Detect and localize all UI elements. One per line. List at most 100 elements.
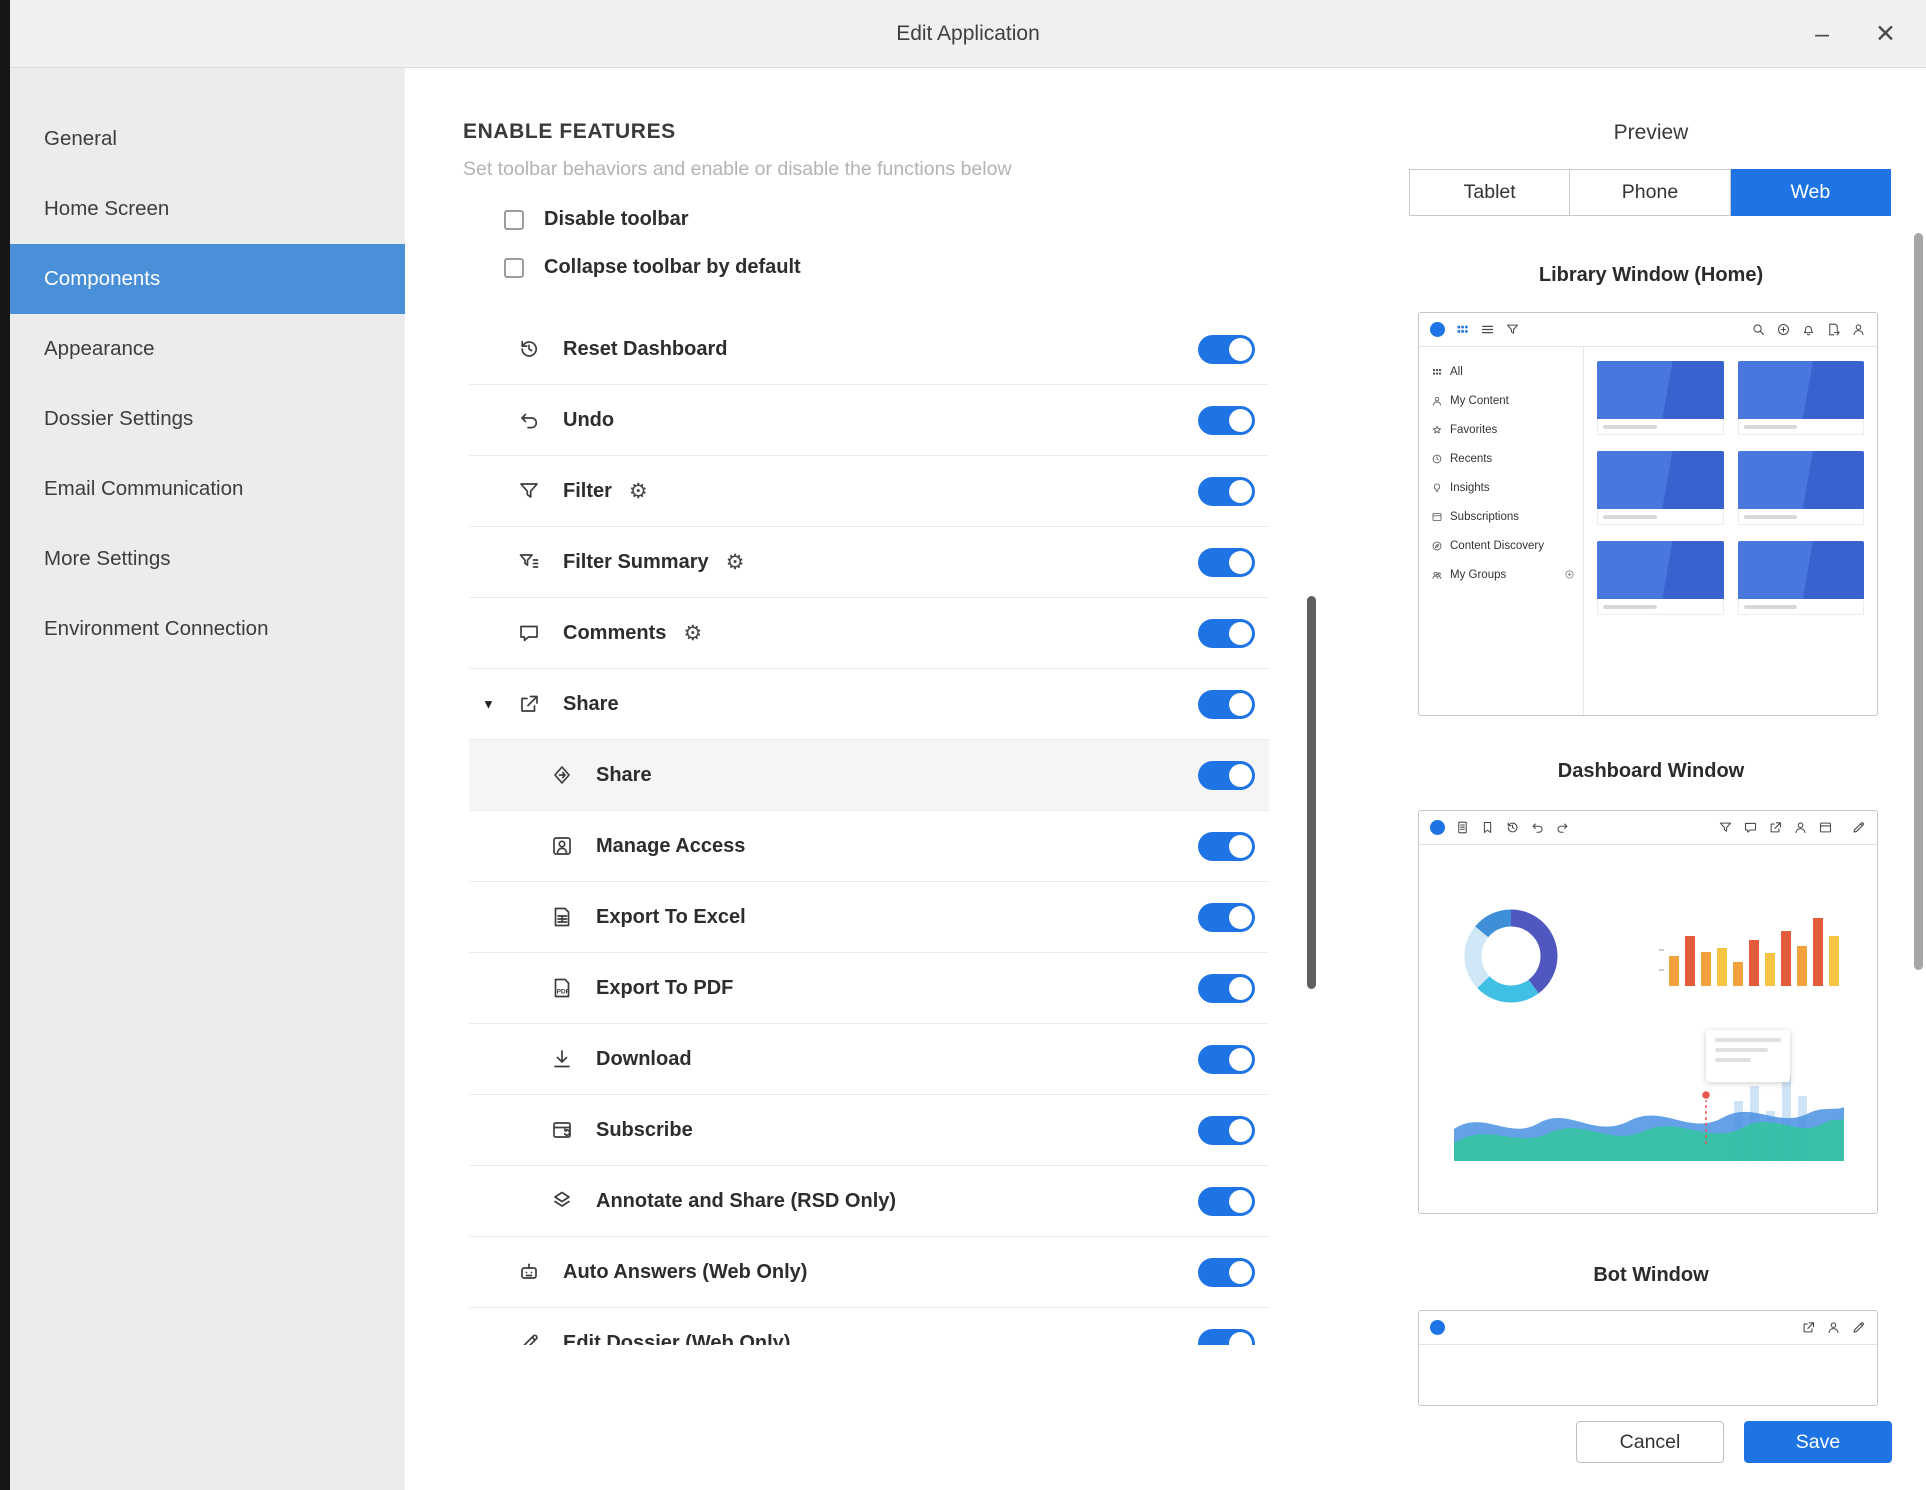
filter-summary-settings-gear-icon[interactable]: ⚙ [726, 552, 745, 573]
toggle-subscribe[interactable] [1198, 1116, 1255, 1145]
bot-window-preview [1418, 1310, 1878, 1406]
feature-label: Edit Dossier (Web Only) [563, 1332, 790, 1346]
filter-settings-gear-icon[interactable]: ⚙ [629, 481, 648, 502]
edit-application-dialog: Edit Application – ✕ General Home Screen… [10, 0, 1926, 1490]
nav-item-favorites: Favorites [1419, 415, 1583, 444]
tab-web[interactable]: Web [1731, 169, 1891, 216]
library-window-label: Library Window (Home) [1376, 264, 1926, 287]
undo-icon [1530, 820, 1545, 835]
sidebar-item-more-settings[interactable]: More Settings [10, 524, 405, 594]
sidebar-item-home-screen[interactable]: Home Screen [10, 174, 405, 244]
toc-icon [1455, 820, 1470, 835]
dossier-tile [1738, 451, 1865, 525]
toggle-edit-dossier[interactable] [1198, 1329, 1255, 1346]
feature-label: Share [596, 764, 652, 787]
comments-icon [517, 621, 541, 645]
feature-label: Comments [563, 622, 666, 645]
nav-item-subscriptions: Subscriptions [1419, 502, 1583, 531]
cancel-button[interactable]: Cancel [1576, 1421, 1724, 1463]
bar-chart [1659, 908, 1853, 990]
disable-toolbar-checkbox[interactable] [504, 210, 524, 230]
sidebar-item-components[interactable]: Components [10, 244, 405, 314]
settings-sidebar: General Home Screen Components Appearanc… [10, 68, 405, 1490]
toggle-share-sub[interactable] [1198, 761, 1255, 790]
feature-row-auto-answers: Auto Answers (Web Only) [469, 1237, 1269, 1308]
favorites-icon [1431, 424, 1443, 436]
toggle-manage-access[interactable] [1198, 832, 1255, 861]
app-logo-icon [1430, 1320, 1445, 1335]
nav-item-my-groups: My Groups [1419, 560, 1583, 589]
close-icon[interactable]: ✕ [1875, 22, 1896, 47]
preview-device-tabs: Tablet Phone Web [1409, 169, 1891, 216]
search-icon [1751, 322, 1766, 337]
tooltip-card [1706, 1030, 1790, 1082]
toggle-export-pdf[interactable] [1198, 974, 1255, 1003]
sidebar-item-appearance[interactable]: Appearance [10, 314, 405, 384]
main-panel: ENABLE FEATURES Set toolbar behaviors an… [405, 68, 1376, 1490]
tab-phone[interactable]: Phone [1570, 169, 1730, 216]
share-icon [1768, 820, 1783, 835]
list-view-icon [1480, 322, 1495, 337]
filter-icon [1718, 820, 1733, 835]
collapse-arrow-icon[interactable]: ▼ [482, 697, 495, 712]
feature-label: Export To PDF [596, 977, 733, 1000]
sidebar-item-dossier-settings[interactable]: Dossier Settings [10, 384, 405, 454]
app-logo-icon [1430, 322, 1445, 337]
save-button[interactable]: Save [1744, 1421, 1892, 1463]
feature-label: Export To Excel [596, 906, 746, 929]
sidebar-item-environment-connection[interactable]: Environment Connection [10, 594, 405, 664]
subscribe-icon [550, 1118, 574, 1142]
toggle-filter[interactable] [1198, 477, 1255, 506]
app-logo-icon [1430, 820, 1445, 835]
library-preview-grid [1584, 347, 1877, 716]
tab-tablet[interactable]: Tablet [1409, 169, 1570, 216]
share-item-icon [550, 763, 574, 787]
filter-icon [1505, 322, 1520, 337]
toggle-share[interactable] [1198, 690, 1255, 719]
toggle-undo[interactable] [1198, 406, 1255, 435]
toggle-filter-summary[interactable] [1198, 548, 1255, 577]
dossier-tile [1597, 451, 1724, 525]
feature-list-scrollbar[interactable] [1307, 596, 1316, 989]
sidebar-item-email-communication[interactable]: Email Communication [10, 454, 405, 524]
feature-row-export-excel: Export To Excel [469, 882, 1269, 953]
dossier-tile [1738, 361, 1865, 435]
auto-answers-icon [517, 1260, 541, 1284]
bot-window-label: Bot Window [1376, 1264, 1926, 1287]
feature-label: Download [596, 1048, 692, 1071]
toggle-auto-answers[interactable] [1198, 1258, 1255, 1287]
comments-settings-gear-icon[interactable]: ⚙ [683, 623, 702, 644]
toggle-comments[interactable] [1198, 619, 1255, 648]
manage-access-icon [550, 834, 574, 858]
dashboard-preview-toolbar [1419, 811, 1877, 845]
dossier-tile [1597, 541, 1724, 615]
collapse-toolbar-checkbox-row[interactable]: Collapse toolbar by default [504, 256, 801, 279]
panel-icon [1818, 820, 1833, 835]
feature-label: Annotate and Share (RSD Only) [596, 1190, 896, 1213]
annotate-icon [550, 1189, 574, 1213]
insights-icon [1431, 482, 1443, 494]
toggle-reset-dashboard[interactable] [1198, 335, 1255, 364]
collapse-toolbar-checkbox[interactable] [504, 258, 524, 278]
share-icon [1801, 1320, 1816, 1335]
disable-toolbar-checkbox-row[interactable]: Disable toolbar [504, 208, 688, 231]
recents-icon [1431, 453, 1443, 465]
library-preview-toolbar [1419, 313, 1877, 347]
toggle-annotate-share[interactable] [1198, 1187, 1255, 1216]
feature-label: Auto Answers (Web Only) [563, 1261, 807, 1284]
section-subtitle: Set toolbar behaviors and enable or disa… [463, 158, 1012, 181]
feature-row-annotate-share: Annotate and Share (RSD Only) [469, 1166, 1269, 1237]
donut-chart [1455, 900, 1567, 1012]
dashboard-window-preview [1418, 810, 1878, 1214]
toggle-download[interactable] [1198, 1045, 1255, 1074]
toggle-export-excel[interactable] [1198, 903, 1255, 932]
redo-icon [1555, 820, 1570, 835]
export-pdf-icon [550, 976, 574, 1000]
edit-icon [1851, 1320, 1866, 1335]
my-groups-icon [1431, 569, 1443, 581]
minimize-icon[interactable]: – [1815, 22, 1829, 47]
edit-icon [1851, 820, 1866, 835]
window-scrollbar[interactable] [1914, 233, 1923, 970]
preview-panel: Preview Tablet Phone Web Library Window … [1376, 68, 1926, 1490]
sidebar-item-general[interactable]: General [10, 104, 405, 174]
